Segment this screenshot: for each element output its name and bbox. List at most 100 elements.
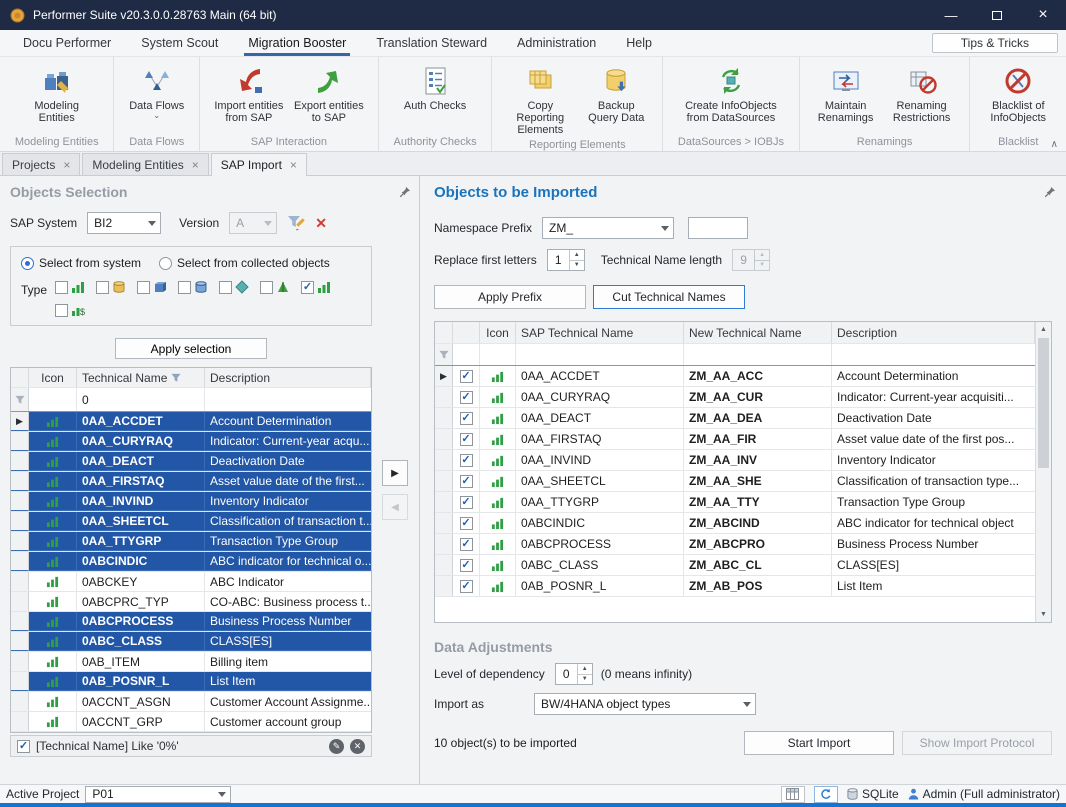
- spinner-down-icon[interactable]: ▼: [578, 675, 592, 685]
- row-checkbox[interactable]: [460, 454, 473, 467]
- apply-prefix-button[interactable]: Apply Prefix: [434, 285, 586, 309]
- type-option-currency[interactable]: $: [55, 303, 85, 317]
- edit-filter-button[interactable]: [285, 212, 309, 234]
- tab-close-icon[interactable]: ×: [192, 159, 199, 171]
- scroll-down-icon[interactable]: ▼: [1036, 607, 1051, 622]
- table-row[interactable]: 0AA_INVIND ZM_AA_INV Inventory Indicator: [435, 450, 1035, 471]
- close-filter-icon[interactable]: ✕: [350, 739, 365, 754]
- row-checkbox[interactable]: [460, 496, 473, 509]
- row-checkbox[interactable]: [460, 580, 473, 593]
- table-row[interactable]: 0AA_CURYRAQ Indicator: Current-year acqu…: [11, 432, 371, 452]
- backup-query-data-button[interactable]: Backup Query Data: [580, 59, 652, 125]
- table-row[interactable]: 0ABC_CLASS ZM_ABC_CL CLASS[ES]: [435, 555, 1035, 576]
- maintain-renamings-button[interactable]: Maintain Renamings: [810, 59, 882, 125]
- table-row[interactable]: ▶ 0AA_ACCDET ZM_AA_ACC Account Determina…: [435, 366, 1035, 387]
- create-infoobjects-button[interactable]: Create InfoObjects from DataSources: [678, 59, 784, 125]
- row-checkbox[interactable]: [460, 391, 473, 404]
- import-as-combo[interactable]: BW/4HANA object types: [534, 693, 756, 715]
- copy-reporting-elements-button[interactable]: Copy Reporting Elements: [502, 59, 578, 137]
- table-row[interactable]: 0ACCNT_GRP Customer account group: [11, 712, 371, 732]
- table-row[interactable]: 0AA_SHEETCL ZM_AA_SHE Classification of …: [435, 471, 1035, 492]
- type-option-infoobject[interactable]: [301, 280, 331, 294]
- pin-icon[interactable]: [1044, 186, 1056, 198]
- start-import-button[interactable]: Start Import: [744, 731, 894, 755]
- type-option-datastore[interactable]: [178, 280, 208, 294]
- table-row[interactable]: 0AA_TTYGRP Transaction Type Group: [11, 532, 371, 552]
- apply-selection-button[interactable]: Apply selection: [115, 338, 267, 359]
- level-of-dependency-spinner[interactable]: 0 ▲▼: [555, 663, 593, 685]
- selection-table-filter-row[interactable]: 0: [11, 388, 371, 412]
- minimize-button[interactable]: —: [928, 0, 974, 30]
- renaming-restrictions-button[interactable]: Renaming Restrictions: [884, 59, 960, 125]
- pin-icon[interactable]: [399, 186, 411, 198]
- scrollbar-thumb[interactable]: [1038, 338, 1049, 468]
- table-row[interactable]: 0ABCKEY ABC Indicator: [11, 572, 371, 592]
- tab-close-icon[interactable]: ×: [63, 159, 70, 171]
- type-option-infosource[interactable]: [219, 280, 249, 294]
- move-left-button[interactable]: ◀: [382, 494, 408, 520]
- table-row[interactable]: 0ABCPRC_TYP CO-ABC: Business process t..…: [11, 592, 371, 612]
- scrollbar-track[interactable]: [1036, 337, 1051, 607]
- refresh-button[interactable]: [814, 786, 838, 803]
- table-row[interactable]: 0AA_FIRSTAQ Asset value date of the firs…: [11, 472, 371, 492]
- technical-name-filter-cell[interactable]: 0: [77, 388, 205, 411]
- user-indicator[interactable]: Admin (Full administrator): [908, 787, 1060, 801]
- document-tab[interactable]: Projects ×: [2, 153, 80, 175]
- table-row[interactable]: 0ABCPROCESS ZM_ABCPRO Business Process N…: [435, 534, 1035, 555]
- import-table-filter-row[interactable]: [435, 344, 1035, 366]
- filter-enabled-checkbox[interactable]: [17, 740, 30, 753]
- auth-checks-button[interactable]: Auth Checks: [401, 59, 469, 113]
- table-row[interactable]: 0AA_DEACT ZM_AA_DEA Deactivation Date: [435, 408, 1035, 429]
- menu-item[interactable]: Docu Performer: [8, 30, 126, 56]
- table-row[interactable]: 0ABCPROCESS Business Process Number: [11, 612, 371, 632]
- type-option-infocube[interactable]: [137, 280, 167, 294]
- table-row[interactable]: 0ABC_CLASS CLASS[ES]: [11, 632, 371, 652]
- type-option-unit[interactable]: [96, 280, 126, 294]
- replace-first-letters-spinner[interactable]: 1 ▲▼: [547, 249, 585, 271]
- row-checkbox[interactable]: [460, 559, 473, 572]
- table-row[interactable]: 0AA_FIRSTAQ ZM_AA_FIR Asset value date o…: [435, 429, 1035, 450]
- row-checkbox[interactable]: [460, 475, 473, 488]
- table-row[interactable]: 0AA_TTYGRP ZM_AA_TTY Transaction Type Gr…: [435, 492, 1035, 513]
- ribbon-collapse-icon[interactable]: ∧: [1051, 139, 1058, 150]
- close-button[interactable]: ×: [1020, 0, 1066, 30]
- move-right-button[interactable]: ▶: [382, 460, 408, 486]
- maximize-button[interactable]: [974, 0, 1020, 30]
- grid-view-button[interactable]: [781, 786, 805, 803]
- edit-filter-icon[interactable]: ✎: [329, 739, 344, 754]
- import-entities-from-sap-button[interactable]: Import entities from SAP: [210, 59, 288, 125]
- import-table-header[interactable]: Icon SAP Technical Name New Technical Na…: [435, 322, 1035, 344]
- show-import-protocol-button[interactable]: Show Import Protocol: [902, 731, 1052, 755]
- spinner-up-icon[interactable]: ▲: [578, 664, 592, 675]
- row-checkbox[interactable]: [460, 370, 473, 383]
- vertical-scrollbar[interactable]: ▲ ▼: [1035, 322, 1051, 622]
- export-entities-to-sap-button[interactable]: Export entities to SAP: [290, 59, 368, 125]
- blacklist-of-infoobjects-button[interactable]: Blacklist of InfoObjects: [980, 59, 1056, 125]
- table-row[interactable]: 0AA_CURYRAQ ZM_AA_CUR Indicator: Current…: [435, 387, 1035, 408]
- spinner-down-icon[interactable]: ▼: [570, 261, 584, 271]
- table-row[interactable]: 0AB_POSNR_L ZM_AB_POS List Item: [435, 576, 1035, 597]
- table-row[interactable]: 0ABCINDIC ABC indicator for technical o.…: [11, 552, 371, 572]
- modeling-entities-button[interactable]: Modeling Entities: [23, 59, 91, 125]
- active-project-combo[interactable]: P01: [85, 786, 231, 803]
- menu-item[interactable]: Migration Booster: [233, 30, 361, 56]
- selection-table-header[interactable]: Icon Technical Name Description: [11, 368, 371, 388]
- table-row[interactable]: 0AA_SHEETCL Classification of transactio…: [11, 512, 371, 532]
- spinner-up-icon[interactable]: ▲: [570, 250, 584, 261]
- menu-item[interactable]: Administration: [502, 30, 611, 56]
- menu-item[interactable]: Help: [611, 30, 667, 56]
- row-checkbox[interactable]: [460, 433, 473, 446]
- namespace-suffix-input[interactable]: [688, 217, 748, 239]
- tab-close-icon[interactable]: ×: [290, 159, 297, 171]
- data-flows-button[interactable]: Data Flows ⌄: [126, 59, 188, 120]
- type-option-hierarchy[interactable]: [260, 280, 290, 294]
- cut-technical-names-button[interactable]: Cut Technical Names: [593, 285, 745, 309]
- row-checkbox[interactable]: [460, 517, 473, 530]
- radio-select-from-collected[interactable]: Select from collected objects: [159, 256, 330, 270]
- row-checkbox[interactable]: [460, 412, 473, 425]
- namespace-prefix-combo[interactable]: ZM_: [542, 217, 674, 239]
- table-row[interactable]: 0AA_DEACT Deactivation Date: [11, 452, 371, 472]
- table-row[interactable]: 0AA_INVIND Inventory Indicator: [11, 492, 371, 512]
- radio-select-from-system[interactable]: Select from system: [21, 256, 141, 270]
- document-tab[interactable]: SAP Import ×: [211, 153, 307, 176]
